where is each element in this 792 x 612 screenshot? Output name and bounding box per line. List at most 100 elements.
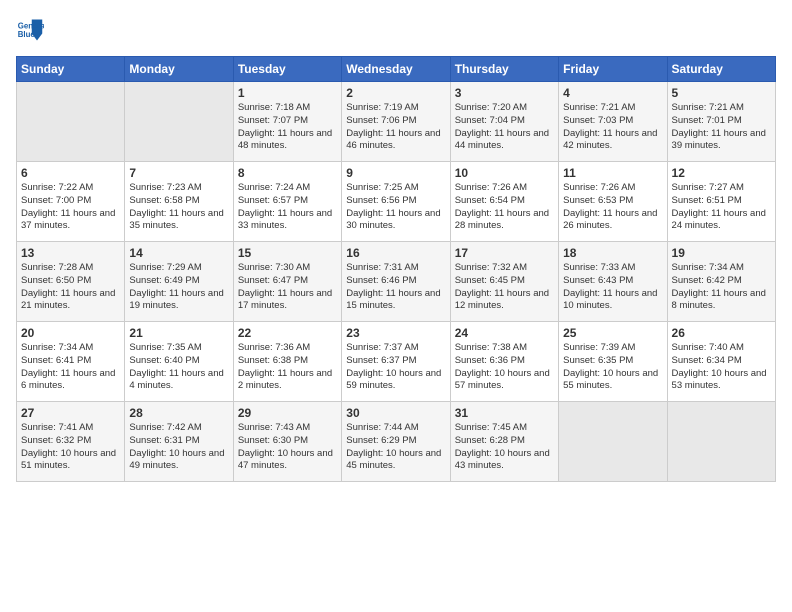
- day-content: Sunrise: 7:35 AMSunset: 6:40 PMDaylight:…: [129, 342, 228, 393]
- calendar-cell: [125, 82, 233, 162]
- calendar-cell: 16 Sunrise: 7:31 AMSunset: 6:46 PMDayligh…: [342, 242, 450, 322]
- calendar-header: SundayMondayTuesdayWednesdayThursdayFrid…: [17, 57, 776, 82]
- calendar-table: SundayMondayTuesdayWednesdayThursdayFrid…: [16, 56, 776, 482]
- day-number: 22: [238, 326, 337, 340]
- day-number: 21: [129, 326, 228, 340]
- day-content: Sunrise: 7:26 AMSunset: 6:53 PMDaylight:…: [563, 182, 662, 233]
- calendar-cell: 12Sunrise: 7:27 AMSunset: 6:51 PMDayligh…: [667, 162, 775, 242]
- calendar-cell: 9Sunrise: 7:25 AMSunset: 6:56 PMDaylight…: [342, 162, 450, 242]
- day-content: Sunrise: 7:34 AMSunset: 6:41 PMDaylight:…: [21, 342, 120, 393]
- calendar-cell: 22Sunrise: 7:36 AMSunset: 6:38 PMDayligh…: [233, 322, 341, 402]
- calendar-cell: 3Sunrise: 7:20 AMSunset: 7:04 PMDaylight…: [450, 82, 558, 162]
- day-number: 28: [129, 406, 228, 420]
- header-day-friday: Friday: [559, 57, 667, 82]
- day-number: 26: [672, 326, 771, 340]
- header-day-saturday: Saturday: [667, 57, 775, 82]
- day-number: 29: [238, 406, 337, 420]
- day-content: Sunrise: 7:32 AMSunset: 6:45 PMDaylight:…: [455, 262, 554, 313]
- day-number: 30: [346, 406, 445, 420]
- day-number: 31: [455, 406, 554, 420]
- day-content: Sunrise: 7:21 AMSunset: 7:03 PMDaylight:…: [563, 102, 662, 153]
- day-number: 27: [21, 406, 120, 420]
- day-number: 1: [238, 86, 337, 100]
- calendar-cell: 15 Sunrise: 7:30 AMSunset: 6:47 PMDayligh…: [233, 242, 341, 322]
- day-number: 25: [563, 326, 662, 340]
- day-content: Sunrise: 7:30 AMSunset: 6:47 PMDaylight:…: [238, 262, 337, 313]
- day-number: 18: [563, 246, 662, 260]
- calendar-cell: 24 Sunrise: 7:38 AMSunset: 6:36 PMDayligh…: [450, 322, 558, 402]
- day-number: 7: [129, 166, 228, 180]
- calendar-cell: 1 Sunrise: 7:18 AMSunset: 7:07 PMDaylight…: [233, 82, 341, 162]
- day-content: Sunrise: 7:19 AMSunset: 7:06 PMDaylight:…: [346, 102, 445, 153]
- day-content: Sunrise: 7:42 AMSunset: 6:31 PMDaylight:…: [129, 422, 228, 473]
- day-number: 5: [672, 86, 771, 100]
- day-content: Sunrise: 7:41 AMSunset: 6:32 PMDaylight:…: [21, 422, 120, 473]
- logo-icon: General Blue: [16, 16, 44, 44]
- calendar-cell: 8Sunrise: 7:24 AMSunset: 6:57 PMDaylight…: [233, 162, 341, 242]
- day-content: Sunrise: 7:18 AMSunset: 7:07 PMDaylight:…: [238, 102, 337, 153]
- calendar-cell: [17, 82, 125, 162]
- calendar-cell: 5 Sunrise: 7:21 AMSunset: 7:01 PMDaylight…: [667, 82, 775, 162]
- header-day-monday: Monday: [125, 57, 233, 82]
- header-day-sunday: Sunday: [17, 57, 125, 82]
- calendar-cell: 6 Sunrise: 7:22 AMSunset: 7:00 PMDaylight…: [17, 162, 125, 242]
- week-row: 6 Sunrise: 7:22 AMSunset: 7:00 PMDaylight…: [17, 162, 776, 242]
- calendar-cell: 20 Sunrise: 7:34 AMSunset: 6:41 PMDayligh…: [17, 322, 125, 402]
- page-header: General Blue: [16, 16, 776, 44]
- day-number: 6: [21, 166, 120, 180]
- header-day-thursday: Thursday: [450, 57, 558, 82]
- calendar-cell: 25 Sunrise: 7:39 AMSunset: 6:35 PMDayligh…: [559, 322, 667, 402]
- calendar-cell: 17Sunrise: 7:32 AMSunset: 6:45 PMDayligh…: [450, 242, 558, 322]
- day-content: Sunrise: 7:31 AMSunset: 6:46 PMDaylight:…: [346, 262, 445, 313]
- day-content: Sunrise: 7:38 AMSunset: 6:36 PMDaylight:…: [455, 342, 554, 393]
- calendar-cell: [667, 402, 775, 482]
- day-content: Sunrise: 7:20 AMSunset: 7:04 PMDaylight:…: [455, 102, 554, 153]
- day-number: 24: [455, 326, 554, 340]
- day-number: 14: [129, 246, 228, 260]
- day-number: 2: [346, 86, 445, 100]
- day-number: 15: [238, 246, 337, 260]
- header-row: SundayMondayTuesdayWednesdayThursdayFrid…: [17, 57, 776, 82]
- day-content: Sunrise: 7:39 AMSunset: 6:35 PMDaylight:…: [563, 342, 662, 393]
- day-content: Sunrise: 7:43 AMSunset: 6:30 PMDaylight:…: [238, 422, 337, 473]
- calendar-cell: 10Sunrise: 7:26 AMSunset: 6:54 PMDayligh…: [450, 162, 558, 242]
- calendar-cell: 19 Sunrise: 7:34 AMSunset: 6:42 PMDayligh…: [667, 242, 775, 322]
- day-content: Sunrise: 7:44 AMSunset: 6:29 PMDaylight:…: [346, 422, 445, 473]
- svg-text:Blue: Blue: [18, 30, 36, 39]
- day-content: Sunrise: 7:34 AMSunset: 6:42 PMDaylight:…: [672, 262, 771, 313]
- day-content: Sunrise: 7:45 AMSunset: 6:28 PMDaylight:…: [455, 422, 554, 473]
- week-row: 27 Sunrise: 7:41 AMSunset: 6:32 PMDayligh…: [17, 402, 776, 482]
- day-content: Sunrise: 7:21 AMSunset: 7:01 PMDaylight:…: [672, 102, 771, 153]
- day-content: Sunrise: 7:37 AMSunset: 6:37 PMDaylight:…: [346, 342, 445, 393]
- calendar-cell: 27 Sunrise: 7:41 AMSunset: 6:32 PMDayligh…: [17, 402, 125, 482]
- calendar-cell: 21 Sunrise: 7:35 AMSunset: 6:40 PMDayligh…: [125, 322, 233, 402]
- calendar-body: 1 Sunrise: 7:18 AMSunset: 7:07 PMDaylight…: [17, 82, 776, 482]
- header-day-wednesday: Wednesday: [342, 57, 450, 82]
- logo: General Blue: [16, 16, 48, 44]
- calendar-cell: [559, 402, 667, 482]
- day-number: 16: [346, 246, 445, 260]
- day-number: 13: [21, 246, 120, 260]
- day-number: 19: [672, 246, 771, 260]
- calendar-cell: 7 Sunrise: 7:23 AMSunset: 6:58 PMDaylight…: [125, 162, 233, 242]
- day-number: 20: [21, 326, 120, 340]
- day-content: Sunrise: 7:40 AMSunset: 6:34 PMDaylight:…: [672, 342, 771, 393]
- day-number: 23: [346, 326, 445, 340]
- calendar-cell: 14Sunrise: 7:29 AMSunset: 6:49 PMDayligh…: [125, 242, 233, 322]
- calendar-cell: 23 Sunrise: 7:37 AMSunset: 6:37 PMDayligh…: [342, 322, 450, 402]
- day-content: Sunrise: 7:33 AMSunset: 6:43 PMDaylight:…: [563, 262, 662, 313]
- day-content: Sunrise: 7:22 AMSunset: 7:00 PMDaylight:…: [21, 182, 120, 233]
- week-row: 1 Sunrise: 7:18 AMSunset: 7:07 PMDaylight…: [17, 82, 776, 162]
- day-number: 10: [455, 166, 554, 180]
- day-number: 11: [563, 166, 662, 180]
- week-row: 20 Sunrise: 7:34 AMSunset: 6:41 PMDayligh…: [17, 322, 776, 402]
- calendar-cell: 30 Sunrise: 7:44 AMSunset: 6:29 PMDayligh…: [342, 402, 450, 482]
- day-content: Sunrise: 7:24 AMSunset: 6:57 PMDaylight:…: [238, 182, 337, 233]
- day-number: 12: [672, 166, 771, 180]
- day-content: Sunrise: 7:23 AMSunset: 6:58 PMDaylight:…: [129, 182, 228, 233]
- day-number: 4: [563, 86, 662, 100]
- calendar-cell: 28 Sunrise: 7:42 AMSunset: 6:31 PMDayligh…: [125, 402, 233, 482]
- calendar-cell: 31 Sunrise: 7:45 AMSunset: 6:28 PMDayligh…: [450, 402, 558, 482]
- calendar-cell: 11 Sunrise: 7:26 AMSunset: 6:53 PMDayligh…: [559, 162, 667, 242]
- day-content: Sunrise: 7:25 AMSunset: 6:56 PMDaylight:…: [346, 182, 445, 233]
